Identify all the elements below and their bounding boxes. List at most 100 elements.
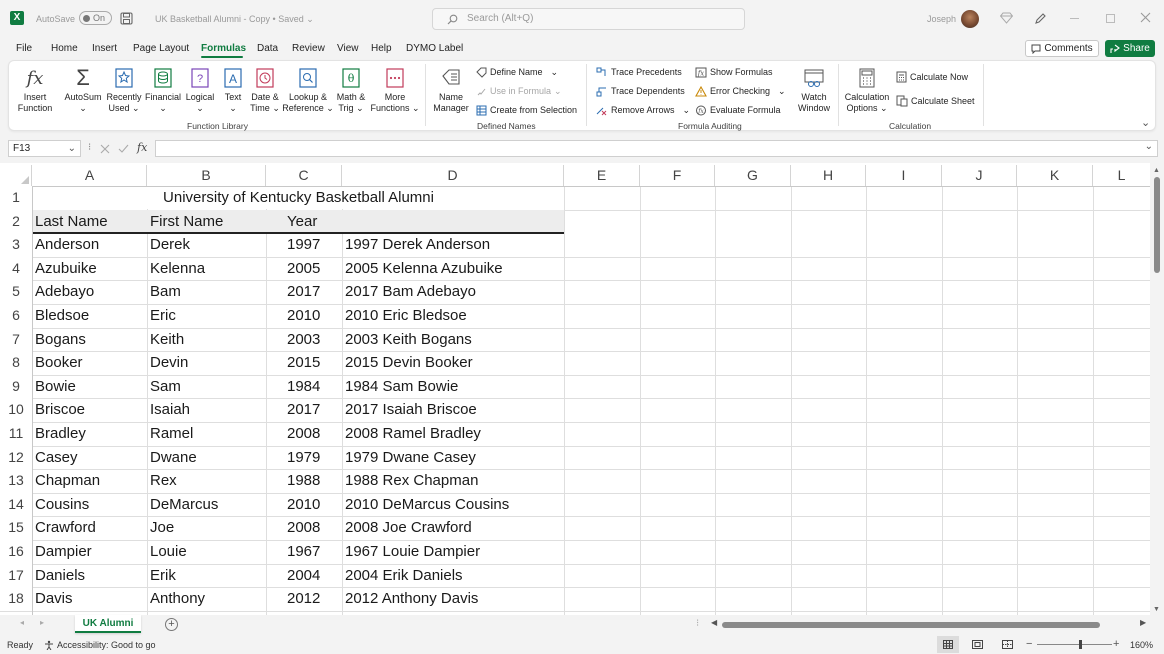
- cell-last-name[interactable]: Casey: [35, 446, 78, 469]
- tab-home[interactable]: Home: [51, 42, 78, 55]
- cell-year[interactable]: 1997: [287, 233, 320, 256]
- watch-window-button[interactable]: Watch Window: [795, 64, 833, 114]
- name-manager-button[interactable]: Name Manager: [431, 64, 471, 114]
- error-checking-button[interactable]: Error Checking ⌄: [695, 85, 786, 97]
- cell-combined[interactable]: 2015 Devin Booker: [345, 351, 473, 374]
- cancel-entry-icon[interactable]: [100, 144, 110, 154]
- cell-first-name[interactable]: Kelenna: [150, 257, 205, 280]
- tab-page-layout[interactable]: Page Layout: [133, 42, 189, 55]
- scroll-left-icon[interactable]: ◀: [711, 618, 717, 627]
- column-header-g[interactable]: G: [715, 165, 791, 186]
- column-header-l[interactable]: L: [1093, 165, 1150, 186]
- cell-year[interactable]: 2012: [287, 587, 320, 610]
- cell-combined[interactable]: 1979 Dwane Casey: [345, 446, 476, 469]
- tab-insert[interactable]: Insert: [92, 42, 117, 55]
- cell-first-name[interactable]: Bam: [150, 280, 181, 303]
- cell-last-name[interactable]: Azubuike: [35, 257, 97, 280]
- use-in-formula-button[interactable]: Use in Formula ⌄: [476, 85, 562, 97]
- show-formulas-button[interactable]: fx Show Formulas: [695, 66, 773, 78]
- cell-first-name[interactable]: Derek: [150, 233, 190, 256]
- accessibility-status[interactable]: Accessibility: Good to go: [44, 640, 156, 650]
- scroll-tabs-left-icon[interactable]: ◂: [20, 618, 24, 627]
- row-header[interactable]: 13: [0, 469, 32, 493]
- remove-arrows-button[interactable]: Remove Arrows ⌄: [596, 104, 690, 116]
- row-header[interactable]: 9: [0, 374, 32, 399]
- cell-last-name[interactable]: Chapman: [35, 469, 100, 492]
- more-options-icon[interactable]: ⁝: [696, 618, 699, 629]
- header-last-name[interactable]: Last Name: [35, 210, 108, 233]
- header-year[interactable]: Year: [287, 210, 317, 233]
- row-header[interactable]: 6: [0, 304, 32, 328]
- lookup-reference-button[interactable]: Lookup & Reference ⌄: [282, 64, 334, 114]
- scroll-down-icon[interactable]: ▼: [1153, 606, 1160, 613]
- recently-used-button[interactable]: Recently Used ⌄: [106, 64, 142, 114]
- row-header[interactable]: 1: [0, 186, 32, 210]
- cell-combined[interactable]: 2004 Erik Daniels: [345, 564, 463, 587]
- cell-last-name[interactable]: Booker: [35, 351, 83, 374]
- calculate-now-button[interactable]: Calculate Now: [896, 71, 968, 83]
- scroll-up-icon[interactable]: ▲: [1153, 167, 1160, 174]
- cell-combined[interactable]: 1967 Louie Dampier: [345, 540, 480, 563]
- row-header[interactable]: 2: [0, 209, 32, 234]
- cell-combined[interactable]: 2005 Kelenna Azubuike: [345, 257, 503, 280]
- diamond-icon[interactable]: [1000, 12, 1013, 24]
- cell-last-name[interactable]: Bogans: [35, 328, 86, 351]
- cell-year[interactable]: 1967: [287, 540, 320, 563]
- cell-year[interactable]: 1979: [287, 446, 320, 469]
- cell-combined[interactable]: 2008 Ramel Bradley: [345, 422, 481, 445]
- row-header[interactable]: 12: [0, 445, 32, 470]
- save-icon[interactable]: [120, 12, 133, 25]
- minimize-icon[interactable]: [1070, 18, 1079, 19]
- cell-last-name[interactable]: Cousins: [35, 493, 89, 516]
- row-header[interactable]: 11: [0, 422, 32, 446]
- tab-data[interactable]: Data: [257, 42, 278, 55]
- document-title[interactable]: UK Basketball Alumni - Copy • Saved ⌄: [155, 13, 314, 25]
- cell-year[interactable]: 2008: [287, 422, 320, 445]
- row-header[interactable]: 14: [0, 492, 32, 517]
- cell-combined[interactable]: 1984 Sam Bowie: [345, 375, 458, 398]
- cell-first-name[interactable]: Keith: [150, 328, 184, 351]
- row-header[interactable]: 5: [0, 280, 32, 304]
- row-header[interactable]: 17: [0, 563, 32, 588]
- evaluate-formula-button[interactable]: fx Evaluate Formula: [695, 104, 781, 116]
- trace-precedents-button[interactable]: Trace Precedents: [596, 66, 682, 78]
- cell-combined[interactable]: 2012 Anthony Davis: [345, 587, 478, 610]
- page-layout-view-icon[interactable]: [972, 640, 983, 649]
- cell-first-name[interactable]: Dwane: [150, 446, 197, 469]
- column-header-h[interactable]: H: [791, 165, 866, 186]
- maximize-icon[interactable]: [1106, 14, 1115, 23]
- header-first-name[interactable]: First Name: [150, 210, 223, 233]
- user-avatar[interactable]: [961, 10, 979, 28]
- horizontal-scroll-thumb[interactable]: [722, 622, 1100, 628]
- name-box[interactable]: F13 ⌄: [8, 140, 81, 157]
- cell-last-name[interactable]: Bledsoe: [35, 304, 89, 327]
- cell-combined[interactable]: 2017 Bam Adebayo: [345, 280, 476, 303]
- vertical-scroll-thumb[interactable]: [1154, 177, 1160, 273]
- tab-view[interactable]: View: [337, 42, 359, 55]
- insert-function-fx-icon[interactable]: fx: [137, 141, 147, 154]
- cell-year[interactable]: 2003: [287, 328, 320, 351]
- text-button[interactable]: A Text ⌄: [219, 64, 247, 114]
- vertical-scrollbar[interactable]: ▲ ▼: [1150, 165, 1164, 615]
- column-header-a[interactable]: A: [33, 165, 147, 186]
- column-header-c[interactable]: C: [266, 165, 342, 186]
- cell-year[interactable]: 2017: [287, 280, 320, 303]
- create-from-selection-button[interactable]: Create from Selection: [476, 104, 577, 116]
- define-name-button[interactable]: Define Name ⌄: [476, 66, 558, 78]
- cell-last-name[interactable]: Briscoe: [35, 398, 85, 421]
- zoom-out-icon[interactable]: −: [1026, 638, 1032, 650]
- math-trig-button[interactable]: θ Math & Trig ⌄: [334, 64, 368, 114]
- insert-function-button[interactable]: fx Insert Function: [18, 64, 53, 114]
- cell-year[interactable]: 2017: [287, 398, 320, 421]
- cell-first-name[interactable]: Ramel: [150, 422, 193, 445]
- financial-button[interactable]: Financial ⌄: [145, 64, 181, 114]
- autosum-button[interactable]: Σ AutoSum ⌄: [64, 64, 102, 114]
- close-icon[interactable]: [1140, 12, 1151, 23]
- share-button[interactable]: Share: [1105, 40, 1155, 57]
- cell-combined[interactable]: 2017 Isaiah Briscoe: [345, 398, 477, 421]
- cell-combined[interactable]: 2008 Joe Crawford: [345, 516, 472, 539]
- column-header-i[interactable]: I: [866, 165, 942, 186]
- date-time-button[interactable]: Date & Time ⌄: [249, 64, 281, 114]
- calculate-sheet-button[interactable]: Calculate Sheet: [896, 95, 975, 107]
- trace-dependents-button[interactable]: Trace Dependents: [596, 85, 685, 97]
